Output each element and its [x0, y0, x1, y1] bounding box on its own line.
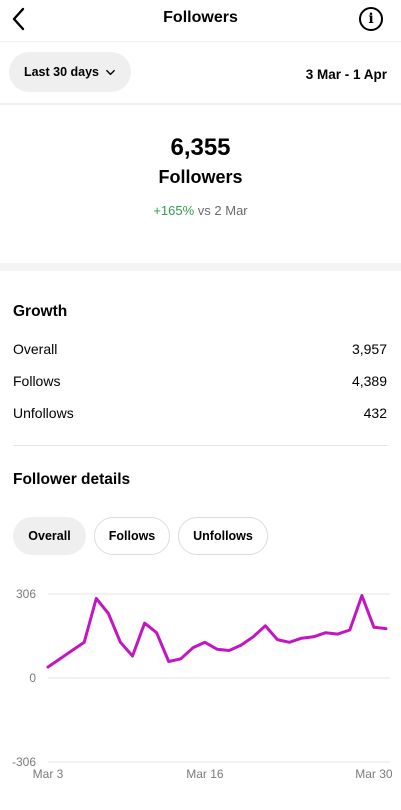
x-tick-label: Mar 30: [355, 767, 393, 781]
y-tick-label: 0: [29, 671, 36, 685]
date-range-selected: Last 30 days: [23, 65, 100, 79]
section-separator: [0, 263, 401, 271]
date-range-label: 3 Mar - 1 Apr: [305, 67, 387, 82]
growth-row-overall-label: Overall: [13, 341, 58, 357]
series-line: [46, 594, 388, 669]
tab-unfollows[interactable]: Unfollows: [178, 517, 268, 555]
header-divider: [0, 41, 401, 42]
change-comparison: vs 2 Mar: [194, 203, 248, 218]
info-icon: i: [368, 11, 374, 27]
range-divider: [0, 103, 401, 105]
y-tick-label: 306: [16, 587, 36, 601]
chevron-down-icon: [106, 69, 115, 75]
growth-row-unfollows-value: 432: [363, 405, 387, 421]
followers-page: Followers i Last 30 days 3 Mar - 1 Apr 6…: [0, 0, 401, 810]
x-tick-label: Mar 16: [186, 767, 224, 781]
followers-change: +165% vs 2 Mar: [0, 203, 401, 218]
follower-line-chart: 3060-306Mar 3 Mar 16 Mar 30: [12, 587, 393, 781]
info-button[interactable]: i: [359, 7, 383, 31]
page-title: Followers: [163, 9, 238, 26]
follower-details-title: Follower details: [13, 471, 131, 488]
growth-divider: [13, 445, 388, 446]
followers-count: 6,355: [170, 134, 231, 161]
header-bar: Followers i: [0, 0, 401, 40]
growth-row-overall-value: 3,957: [351, 341, 387, 357]
growth-row-follows-label: Follows: [13, 373, 61, 389]
x-tick-label: Mar 3: [33, 767, 64, 781]
change-percent: +165%: [153, 203, 195, 218]
growth-row-follows-value: 4,389: [351, 373, 387, 389]
growth-row-unfollows-label: Unfollows: [13, 405, 74, 421]
tab-follows[interactable]: Follows: [94, 517, 170, 555]
tab-overall[interactable]: Overall: [13, 517, 86, 555]
growth-title: Growth: [13, 303, 68, 320]
date-range-dropdown[interactable]: Last 30 days: [9, 52, 131, 92]
followers-label: Followers: [158, 167, 243, 187]
